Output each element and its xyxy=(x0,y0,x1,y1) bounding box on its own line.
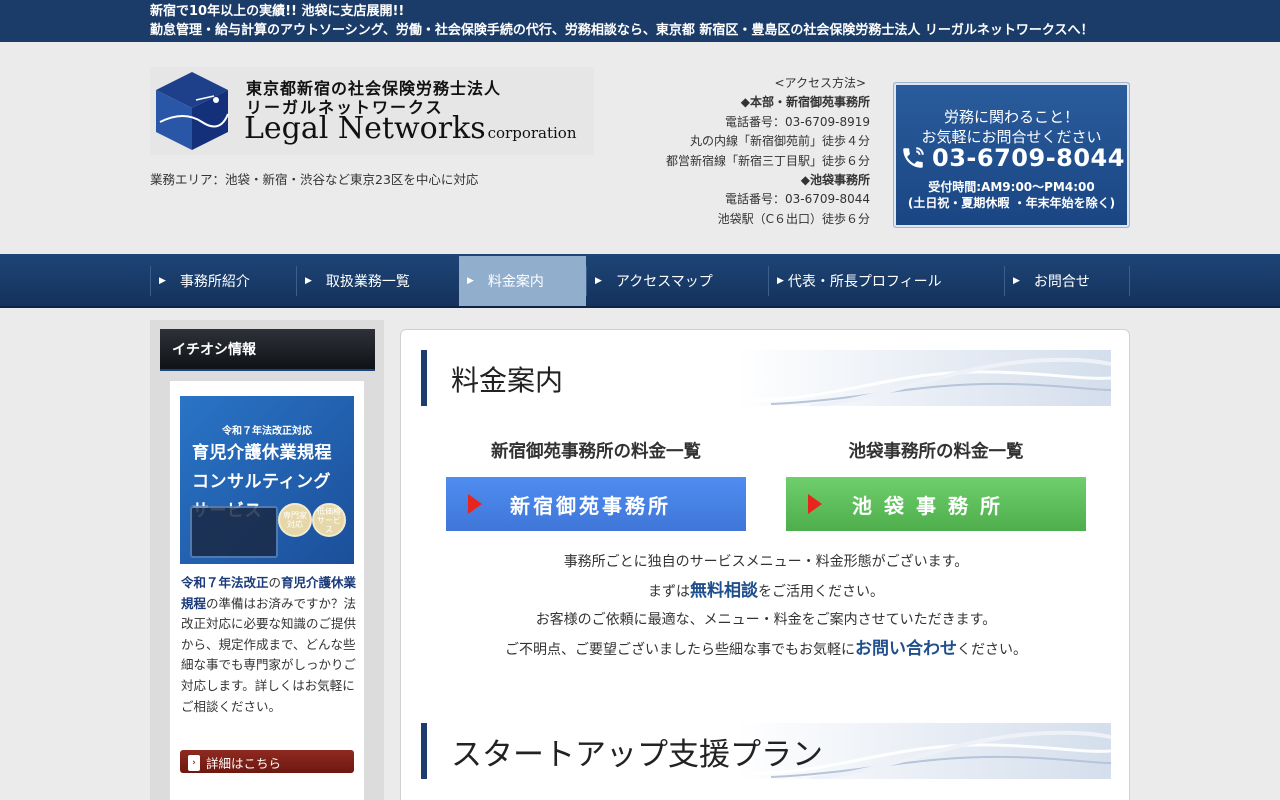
contact-phone-box[interactable]: 労務に関わること！ お気軽にお問合せください 03-6709-8044 受付時間… xyxy=(893,82,1130,228)
featured-text-body: の準備はお済みですか？法改正対応に必要な知識のご提供から、規定作成まで、どんな些… xyxy=(181,595,357,714)
office1-route2: 都営新宿線「新宿三丁目駅」徒歩６分 xyxy=(665,153,870,168)
nav-arrow-icon: ▶ xyxy=(777,276,784,286)
details-button-label: 詳細はこちら xyxy=(206,756,282,771)
promo-badge-price: 低価格サービス xyxy=(312,503,346,537)
intro-line2: まずは無料相談をご活用ください。 xyxy=(401,577,1131,607)
intro-line4: ご不明点、ご要望ございましたら些細な事でもお気軽にお問い合わせください。 xyxy=(401,635,1131,665)
nav-item-label: アクセスマップ xyxy=(615,274,713,290)
featured-description: 令和７年法改正の育児介護休業規程の準備はお済みですか？法改正対応に必要な知識のご… xyxy=(181,573,357,717)
nav-arrow-icon: ▶ xyxy=(1013,276,1020,286)
shinjuku-office-button[interactable]: 新宿御苑事務所 xyxy=(446,477,746,531)
laptop-icon xyxy=(190,506,278,558)
section-heading-pricing: 料金案内 xyxy=(421,350,1111,406)
header: 東京都新宿の社会保険労務士法人 リーガルネットワークス Legal Networ… xyxy=(0,42,1280,254)
intro-line1: 事務所ごとに独自のサービスメニュー・料金形態がございます。 xyxy=(563,554,969,570)
section-title: スタートアップ支援プラン xyxy=(451,737,823,773)
ikebukuro-office-button-label: 池袋事務所 xyxy=(852,493,1012,518)
top-banner-line1: 新宿で10年以上の実績!! 池袋に支店展開!! xyxy=(150,4,405,19)
promo-title-line1: 育児介護休業規程 xyxy=(192,443,332,463)
nav-arrow-icon: ▶ xyxy=(159,276,166,286)
intro-line4-post: ください。 xyxy=(957,641,1027,658)
office1-name: ◆本部・新宿御苑事務所 xyxy=(740,95,870,110)
logo-en-main: Legal Networks xyxy=(244,111,486,146)
intro-line4-pre: ご不明点、ご要望ございましたら些細な事でもお気軽に xyxy=(505,641,855,658)
phonebox-number: 03-6709-8044 xyxy=(932,144,1125,172)
featured-em1: 令和７年法改正 xyxy=(181,575,269,590)
nav-arrow-icon: ▶ xyxy=(595,276,602,286)
logo-en-name: Legal Networks corporation xyxy=(244,111,577,146)
details-button[interactable]: › 詳細はこちら xyxy=(180,750,354,773)
nav-item-label: お問合せ xyxy=(1033,274,1090,290)
cube-logo-icon xyxy=(156,72,229,150)
play-arrow-icon xyxy=(808,494,822,514)
office1-route1: 丸の内線「新宿御苑前」徒歩４分 xyxy=(689,134,870,149)
office1-phone: 電話番号：03-6709-8919 xyxy=(724,114,870,129)
nav-item-office-intro[interactable]: ▶ 事務所紹介 xyxy=(150,266,296,296)
nav-item-label: 料金案内 xyxy=(487,274,544,290)
top-banner: 新宿で10年以上の実績!! 池袋に支店展開!! 勤怠管理・給与計算のアウトソーシ… xyxy=(0,0,1280,42)
featured-card: 令和７年法改正対応 育児介護休業規程 コンサルティング サービス 専門家対応 低… xyxy=(170,381,364,800)
wave-decoration-icon xyxy=(751,357,1111,406)
promo-badge-expert: 専門家対応 xyxy=(278,503,312,537)
access-info: <アクセス方法> ◆本部・新宿御苑事務所 電話番号：03-6709-8919 丸… xyxy=(610,74,870,229)
intro-line2-post: をご活用ください。 xyxy=(758,583,884,600)
inquiry-link[interactable]: お問い合わせ xyxy=(855,639,957,659)
office2-name: ◆池袋事務所 xyxy=(800,173,870,188)
sidebar: イチオシ情報 令和７年法改正対応 育児介護休業規程 コンサルティング サービス … xyxy=(150,320,384,800)
main-content: 料金案内 新宿御苑事務所の料金一覧 池袋事務所の料金一覧 新宿御苑事務所 池袋事… xyxy=(400,329,1130,800)
office2-route1: 池袋駅（C６出口）徒歩６分 xyxy=(717,211,870,226)
ikebukuro-office-button[interactable]: 池袋事務所 xyxy=(786,477,1086,531)
nav-item-label: 事務所紹介 xyxy=(179,274,250,290)
intro-line2-pre: まずは xyxy=(648,583,690,600)
nav-item-services[interactable]: ▶ 取扱業務一覧 xyxy=(296,266,459,296)
nav-item-label: 取扱業務一覧 xyxy=(325,274,410,290)
phonebox-phone-row: 03-6709-8044 xyxy=(900,144,1125,172)
nav-item-pricing[interactable]: ▶ 料金案内 xyxy=(459,256,586,306)
site-logo[interactable]: 東京都新宿の社会保険労務士法人 リーガルネットワークス Legal Networ… xyxy=(150,67,594,155)
sidebar-heading: イチオシ情報 xyxy=(160,329,375,371)
phonebox-line1: 労務に関わること！ xyxy=(943,108,1079,126)
access-title: <アクセス方法> xyxy=(774,76,866,90)
ikebukuro-price-heading: 池袋事務所の料金一覧 xyxy=(848,442,1024,462)
phonebox-closed-days: (土日祝・夏期休暇 ・年末年始を除く) xyxy=(907,196,1116,210)
nav-item-label: 代表・所長プロフィール xyxy=(787,274,942,290)
play-arrow-icon xyxy=(468,494,482,514)
office2-phone: 電話番号：03-6709-8044 xyxy=(724,192,870,207)
nav-item-contact[interactable]: ▶ お問合せ xyxy=(1004,266,1129,296)
chevron-right-icon: › xyxy=(188,754,200,771)
nav-arrow-icon: ▶ xyxy=(467,276,474,286)
nav-item-access-map[interactable]: ▶ アクセスマップ xyxy=(586,266,768,296)
nav-arrow-icon: ▶ xyxy=(305,276,312,286)
promo-title-line2: コンサルティング xyxy=(192,472,331,492)
free-consultation-link[interactable]: 無料相談 xyxy=(690,581,758,601)
section-title: 料金案内 xyxy=(451,364,564,397)
service-area-text: 業務エリア：池袋・新宿・渋谷など東京23区を中心に対応 xyxy=(150,172,479,187)
section-heading-startup: スタートアップ支援プラン xyxy=(421,723,1111,779)
top-banner-line2: 勤怠管理・給与計算のアウトソーシング、労働・社会保険手続の代行、労務相談なら、東… xyxy=(150,23,1094,38)
featured-text-join: の xyxy=(268,575,282,590)
promo-banner[interactable]: 令和７年法改正対応 育児介護休業規程 コンサルティング サービス 専門家対応 低… xyxy=(180,396,354,564)
nav-item-profile[interactable]: ▶ 代表・所長プロフィール xyxy=(768,266,1004,296)
main-nav: ▶ 事務所紹介 ▶ 取扱業務一覧 ▶ 料金案内 ▶ アクセスマップ ▶ 代表・所長プロフィ… xyxy=(0,254,1280,308)
pricing-intro: 事務所ごとに独自のサービスメニュー・料金形態がございます。 まずは無料相談をご活… xyxy=(401,548,1131,664)
shinjuku-office-button-label: 新宿御苑事務所 xyxy=(510,493,671,518)
phonebox-hours: 受付時間:AM9:00〜PM4:00 xyxy=(928,180,1095,194)
logo-en-suffix: corporation xyxy=(487,124,577,142)
intro-line3: お客様のご依頼に最適な、メニュー・料金をご案内させていただきます。 xyxy=(535,612,997,628)
shinjuku-price-heading: 新宿御苑事務所の料金一覧 xyxy=(491,442,701,462)
nav-divider xyxy=(1129,266,1130,296)
phone-icon xyxy=(903,147,924,168)
promo-subtitle: 令和７年法改正対応 xyxy=(222,426,312,437)
